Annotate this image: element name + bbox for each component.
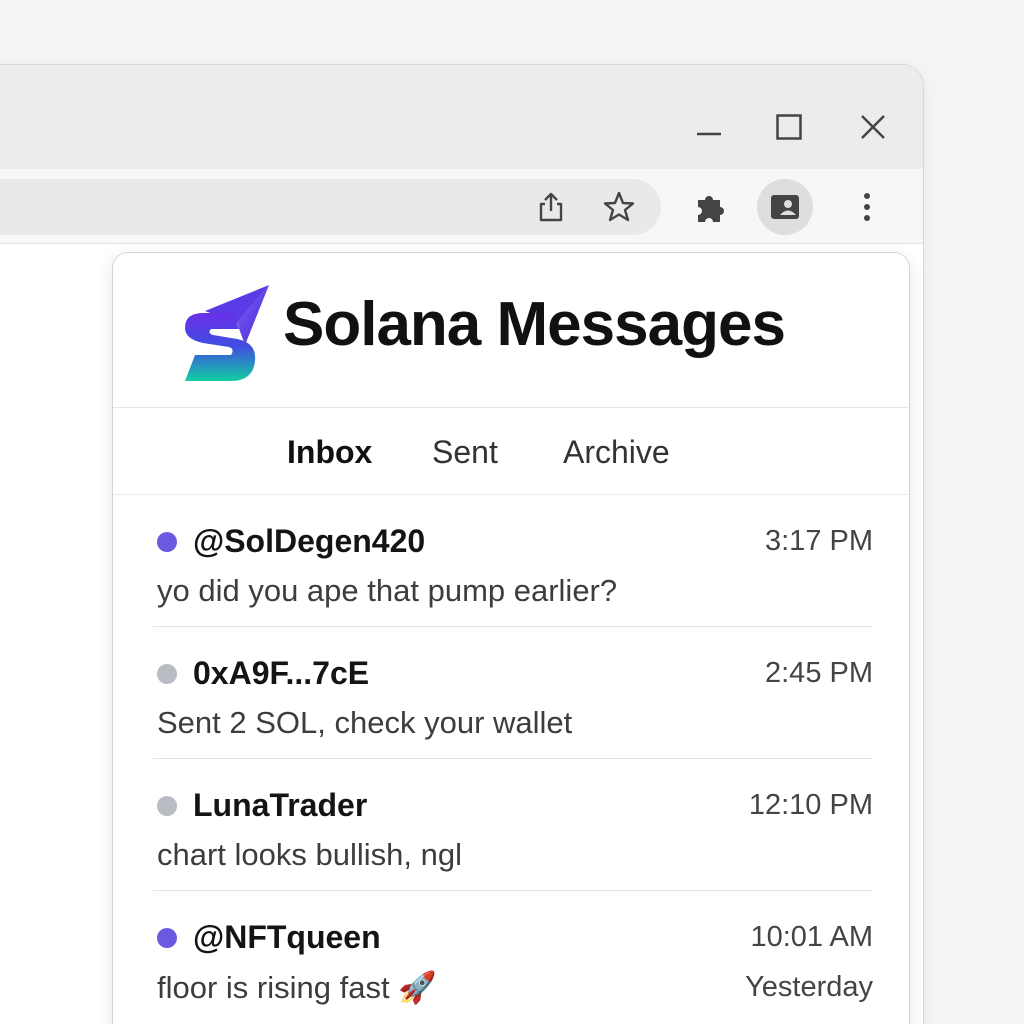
popup-header: Solana Messages bbox=[113, 253, 909, 408]
maximize-button[interactable] bbox=[769, 107, 809, 147]
message-preview: chart looks bullish, ngl bbox=[157, 837, 462, 872]
message-time: 2:45 PM bbox=[765, 657, 873, 689]
close-window-button[interactable] bbox=[853, 107, 893, 147]
title-bar bbox=[0, 65, 923, 169]
unread-indicator bbox=[157, 532, 177, 552]
star-icon bbox=[603, 191, 635, 222]
unread-indicator bbox=[157, 928, 177, 948]
message-sender: @NFTqueen bbox=[193, 919, 381, 955]
message-sender: 0xA9F...7cE bbox=[193, 655, 370, 691]
message-preview: Sent 2 SOL, check your wallet bbox=[157, 705, 573, 740]
message-preview: yo did you ape that pump earlier? bbox=[157, 573, 618, 608]
message-time: 3:17 PM bbox=[765, 525, 873, 557]
share-icon bbox=[539, 192, 563, 222]
minimize-button[interactable] bbox=[689, 107, 729, 147]
profile-card-icon bbox=[771, 195, 799, 219]
message-item[interactable]: 0xA9F...7cE 2:45 PM Sent 2 SOL, check yo… bbox=[153, 627, 873, 759]
browser-toolbar bbox=[0, 169, 923, 244]
minimize-icon bbox=[697, 132, 721, 136]
app-title: Solana Messages bbox=[283, 290, 786, 359]
more-vert-icon bbox=[864, 193, 870, 221]
tab-sent[interactable]: Sent bbox=[432, 434, 498, 471]
message-item[interactable]: @NFTqueen 10:01 AM floor is rising fast … bbox=[153, 891, 873, 1022]
message-time: 10:01 AM bbox=[750, 921, 873, 953]
browser-menu-button[interactable] bbox=[839, 179, 895, 235]
bookmark-button[interactable] bbox=[591, 179, 647, 235]
profile-extension-button[interactable] bbox=[757, 179, 813, 235]
solana-messages-logo bbox=[185, 285, 269, 381]
message-sender: @SolDegen420 bbox=[193, 523, 426, 559]
read-indicator bbox=[157, 796, 177, 816]
tab-archive[interactable]: Archive bbox=[563, 434, 670, 471]
message-tabs: Inbox Sent Archive bbox=[113, 408, 909, 495]
close-icon bbox=[861, 115, 885, 139]
read-indicator bbox=[157, 664, 177, 684]
message-time: 12:10 PM bbox=[748, 789, 873, 821]
maximize-icon bbox=[776, 114, 802, 140]
share-button[interactable] bbox=[523, 179, 579, 235]
message-date: Yesterday bbox=[745, 971, 873, 1003]
message-list: @SolDegen420 3:17 PM yo did you ape that… bbox=[113, 495, 909, 1022]
message-sender: LunaTrader bbox=[193, 787, 368, 823]
message-preview: floor is rising fast 🚀 bbox=[157, 970, 437, 1005]
extension-popup: Solana Messages Inbox Sent Archive @SolD… bbox=[112, 252, 910, 1024]
extensions-button[interactable] bbox=[683, 179, 739, 235]
puzzle-icon bbox=[698, 196, 724, 222]
message-item[interactable]: @SolDegen420 3:17 PM yo did you ape that… bbox=[153, 495, 873, 627]
message-item[interactable]: LunaTrader 12:10 PM chart looks bullish,… bbox=[153, 759, 873, 891]
tab-inbox[interactable]: Inbox bbox=[287, 434, 372, 471]
screen: Solana Messages Inbox Sent Archive @SolD… bbox=[0, 0, 1024, 1024]
